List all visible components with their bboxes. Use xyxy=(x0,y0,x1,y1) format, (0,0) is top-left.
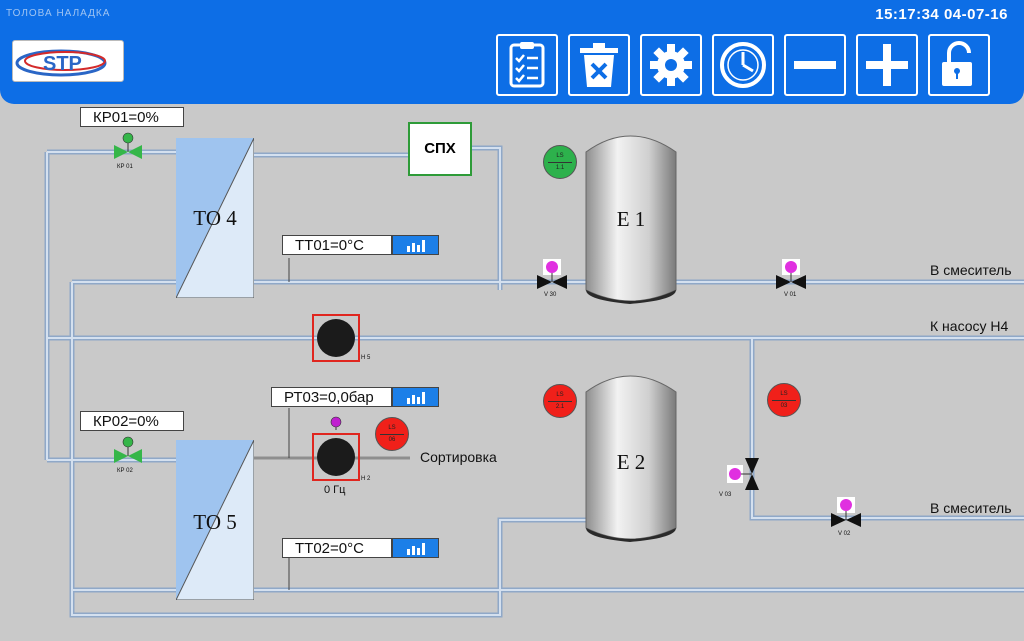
kp02-readout: КР02=0% xyxy=(80,411,184,431)
heat-exchanger-to5[interactable]: ТО 5 xyxy=(175,439,255,601)
to-mixer-label-1: В смеситель xyxy=(930,262,1012,278)
control-valve-icon xyxy=(114,436,142,463)
pt03-readout: РТ03=0,0бар xyxy=(271,387,392,407)
ls03-top: LS xyxy=(780,391,788,397)
tt01-readout: ТТ01=0°С xyxy=(282,235,392,255)
pump-h2-indicator xyxy=(330,416,342,430)
sph-button[interactable]: СПХ xyxy=(408,122,472,176)
to-mixer-label-2: В смеситель xyxy=(930,500,1012,516)
valve-v03[interactable] xyxy=(727,456,761,492)
kp02-tag: КР 02 xyxy=(117,468,133,474)
to-pump-h4-label: К насосу Н4 xyxy=(930,318,1009,334)
pump-icon xyxy=(317,438,355,476)
valve-v01[interactable] xyxy=(774,259,808,293)
h2-tag: Н 2 xyxy=(361,476,371,482)
pump-h5[interactable] xyxy=(312,314,360,362)
ls11-bottom: 1.1 xyxy=(555,165,565,171)
ls21-top: LS xyxy=(556,392,564,398)
pump-h2-frequency: 0 Гц xyxy=(324,484,346,496)
ls11-top: LS xyxy=(556,153,564,159)
valve-v30[interactable] xyxy=(535,259,569,293)
control-valve-icon xyxy=(114,132,142,159)
shutoff-valve-icon xyxy=(776,259,806,289)
tt02-readout: ТТ02=0°С xyxy=(282,538,392,558)
v02-tag: V 02 xyxy=(838,531,851,537)
pipe-network xyxy=(44,135,1024,618)
trend-chart-icon xyxy=(407,392,425,404)
level-sensor-ls03[interactable]: LS 03 xyxy=(767,383,801,417)
v01-tag: V 01 xyxy=(784,292,797,298)
trend-chart-icon xyxy=(407,543,425,555)
sorting-label: Сортировка xyxy=(420,449,497,465)
pt03-trend-button[interactable] xyxy=(392,387,439,407)
tank-e1-label: Е 1 xyxy=(616,207,646,231)
h5-tag: Н 5 xyxy=(361,355,371,361)
level-sensor-ls21[interactable]: LS 2.1 xyxy=(543,384,577,418)
v30-tag: V 30 xyxy=(544,292,557,298)
ls21-bottom: 2.1 xyxy=(555,404,565,410)
kp01-tag: КР 01 xyxy=(117,164,133,170)
pump-h2[interactable] xyxy=(312,433,360,481)
valve-v02[interactable] xyxy=(829,497,863,531)
kp01-readout: КР01=0% xyxy=(80,107,184,127)
trend-chart-icon xyxy=(407,240,425,252)
level-sensor-ls11[interactable]: LS 1.1 xyxy=(543,145,577,179)
ls06-bottom: 06 xyxy=(388,437,396,443)
to4-label: ТО 4 xyxy=(193,206,237,230)
heat-exchanger-to4[interactable]: ТО 4 xyxy=(175,137,255,299)
shutoff-valve-icon xyxy=(831,497,861,527)
to5-label: ТО 5 xyxy=(193,510,237,534)
tank-e2-label: Е 2 xyxy=(616,450,646,474)
tt02-trend-button[interactable] xyxy=(392,538,439,558)
shutoff-valve-icon xyxy=(537,259,567,289)
shutoff-valve-icon xyxy=(727,458,759,490)
ls03-bottom: 03 xyxy=(780,403,788,409)
v03-tag: V 03 xyxy=(719,492,732,498)
tt01-trend-button[interactable] xyxy=(392,235,439,255)
pump-icon xyxy=(317,319,355,357)
level-sensor-ls06[interactable]: LS 06 xyxy=(375,417,409,451)
ls06-top: LS xyxy=(388,425,396,431)
